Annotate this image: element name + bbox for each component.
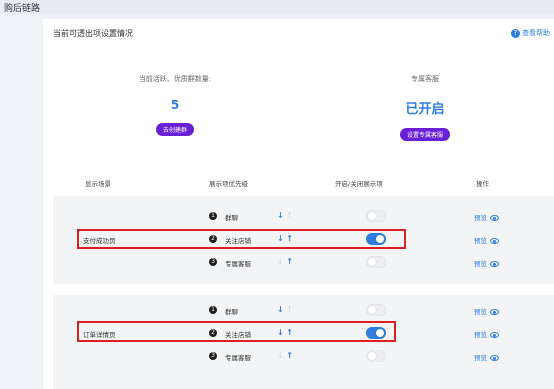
preview-link[interactable]: 预览 xyxy=(474,212,499,222)
active-groups-stat: 当前活跃、优质群数量: 5 去创建群 xyxy=(105,74,245,136)
preview-label: 预览 xyxy=(474,214,487,222)
eye-icon xyxy=(490,215,499,221)
page-header: 购后链路 xyxy=(0,0,554,14)
display-toggle[interactable] xyxy=(366,304,386,316)
preview-link[interactable]: 预览 xyxy=(474,306,499,316)
preview-label: 预览 xyxy=(474,308,487,316)
exclusive-service-status: 已开启 xyxy=(405,102,445,117)
move-up-icon: ↑ xyxy=(286,211,293,220)
preview-link[interactable]: 预览 xyxy=(474,352,499,362)
table-row: 3 专属客服 ↓ ↑ 预览 xyxy=(53,346,554,368)
item-label: 专属客服 xyxy=(225,260,251,268)
help-label: 查看帮助 xyxy=(522,29,550,37)
table-header: 显示场景 展示项优先级 开启/关闭展示项 操作 xyxy=(53,175,554,192)
priority-arrows: ↓ ↑ xyxy=(277,351,293,360)
preview-label: 预览 xyxy=(474,331,487,339)
priority-number: 3 xyxy=(209,352,217,360)
table-row: 3 专属客服 ↓ ↑ 预览 xyxy=(53,252,554,274)
toggle-knob xyxy=(368,258,376,266)
item-label: 群聊 xyxy=(225,214,238,222)
priority-number: 3 xyxy=(209,258,217,266)
scene-group-order-detail: 1 群聊 ↓ ↑ 预览 订单详情页 2 关注店铺 ↓ ↑ 预览 3 专属客服 ↓ xyxy=(53,295,554,389)
table-row: 1 群聊 ↓ ↑ 预览 xyxy=(53,300,554,322)
eye-icon xyxy=(490,261,499,267)
priority-number: 1 xyxy=(209,212,217,220)
item-label: 群聊 xyxy=(225,308,238,316)
toggle-knob xyxy=(368,352,376,360)
move-down-icon[interactable]: ↓ xyxy=(277,211,284,220)
move-down-icon: ↓ xyxy=(277,351,284,360)
highlight-box-payment-success xyxy=(77,229,406,249)
header-priority: 展示项优先级 xyxy=(209,180,248,188)
help-link[interactable]: ? 查看帮助 xyxy=(511,28,550,38)
exclusive-service-stat: 专属客服 已开启 设置专属客服 xyxy=(355,74,495,141)
help-icon: ? xyxy=(511,28,520,38)
preview-label: 预览 xyxy=(474,237,487,245)
item-label: 专属客服 xyxy=(225,354,251,362)
move-down-icon: ↓ xyxy=(277,257,284,266)
active-groups-label: 当前活跃、优质群数量: xyxy=(138,75,212,83)
priority-arrows: ↓ ↑ xyxy=(277,305,293,314)
active-groups-count: 5 xyxy=(170,98,180,112)
eye-icon xyxy=(490,238,499,244)
panel-title: 当前可透出项设置情况 xyxy=(53,29,133,38)
preview-label: 预览 xyxy=(474,354,487,362)
exclusive-service-label: 专属客服 xyxy=(411,75,439,83)
table-row: 1 群聊 ↓ ↑ 预览 xyxy=(53,206,554,228)
preview-label: 预览 xyxy=(474,260,487,268)
header-scene: 显示场景 xyxy=(85,180,111,188)
toggle-knob xyxy=(368,212,376,220)
header-actions: 操作 xyxy=(476,180,489,188)
display-toggle[interactable] xyxy=(366,350,386,362)
move-up-icon: ↑ xyxy=(286,305,293,314)
header-toggle: 开启/关闭展示项 xyxy=(335,180,383,188)
toggle-knob xyxy=(368,306,376,314)
set-exclusive-service-button[interactable]: 设置专属客服 xyxy=(399,128,450,141)
display-toggle[interactable] xyxy=(366,210,386,222)
priority-arrows: ↓ ↑ xyxy=(277,211,293,220)
eye-icon xyxy=(490,332,499,338)
preview-link[interactable]: 预览 xyxy=(474,235,499,245)
display-toggle[interactable] xyxy=(366,256,386,268)
highlight-box-order-detail xyxy=(77,321,396,342)
move-up-icon[interactable]: ↑ xyxy=(286,351,293,360)
preview-link[interactable]: 预览 xyxy=(474,329,499,339)
preview-link[interactable]: 预览 xyxy=(474,258,499,268)
create-group-button[interactable]: 去创建群 xyxy=(155,123,194,136)
move-down-icon[interactable]: ↓ xyxy=(277,305,284,314)
eye-icon xyxy=(490,309,499,315)
priority-number: 1 xyxy=(209,306,217,314)
move-up-icon[interactable]: ↑ xyxy=(286,257,293,266)
priority-arrows: ↓ ↑ xyxy=(277,257,293,266)
eye-icon xyxy=(490,355,499,361)
page-title: 购后链路 xyxy=(4,4,41,14)
